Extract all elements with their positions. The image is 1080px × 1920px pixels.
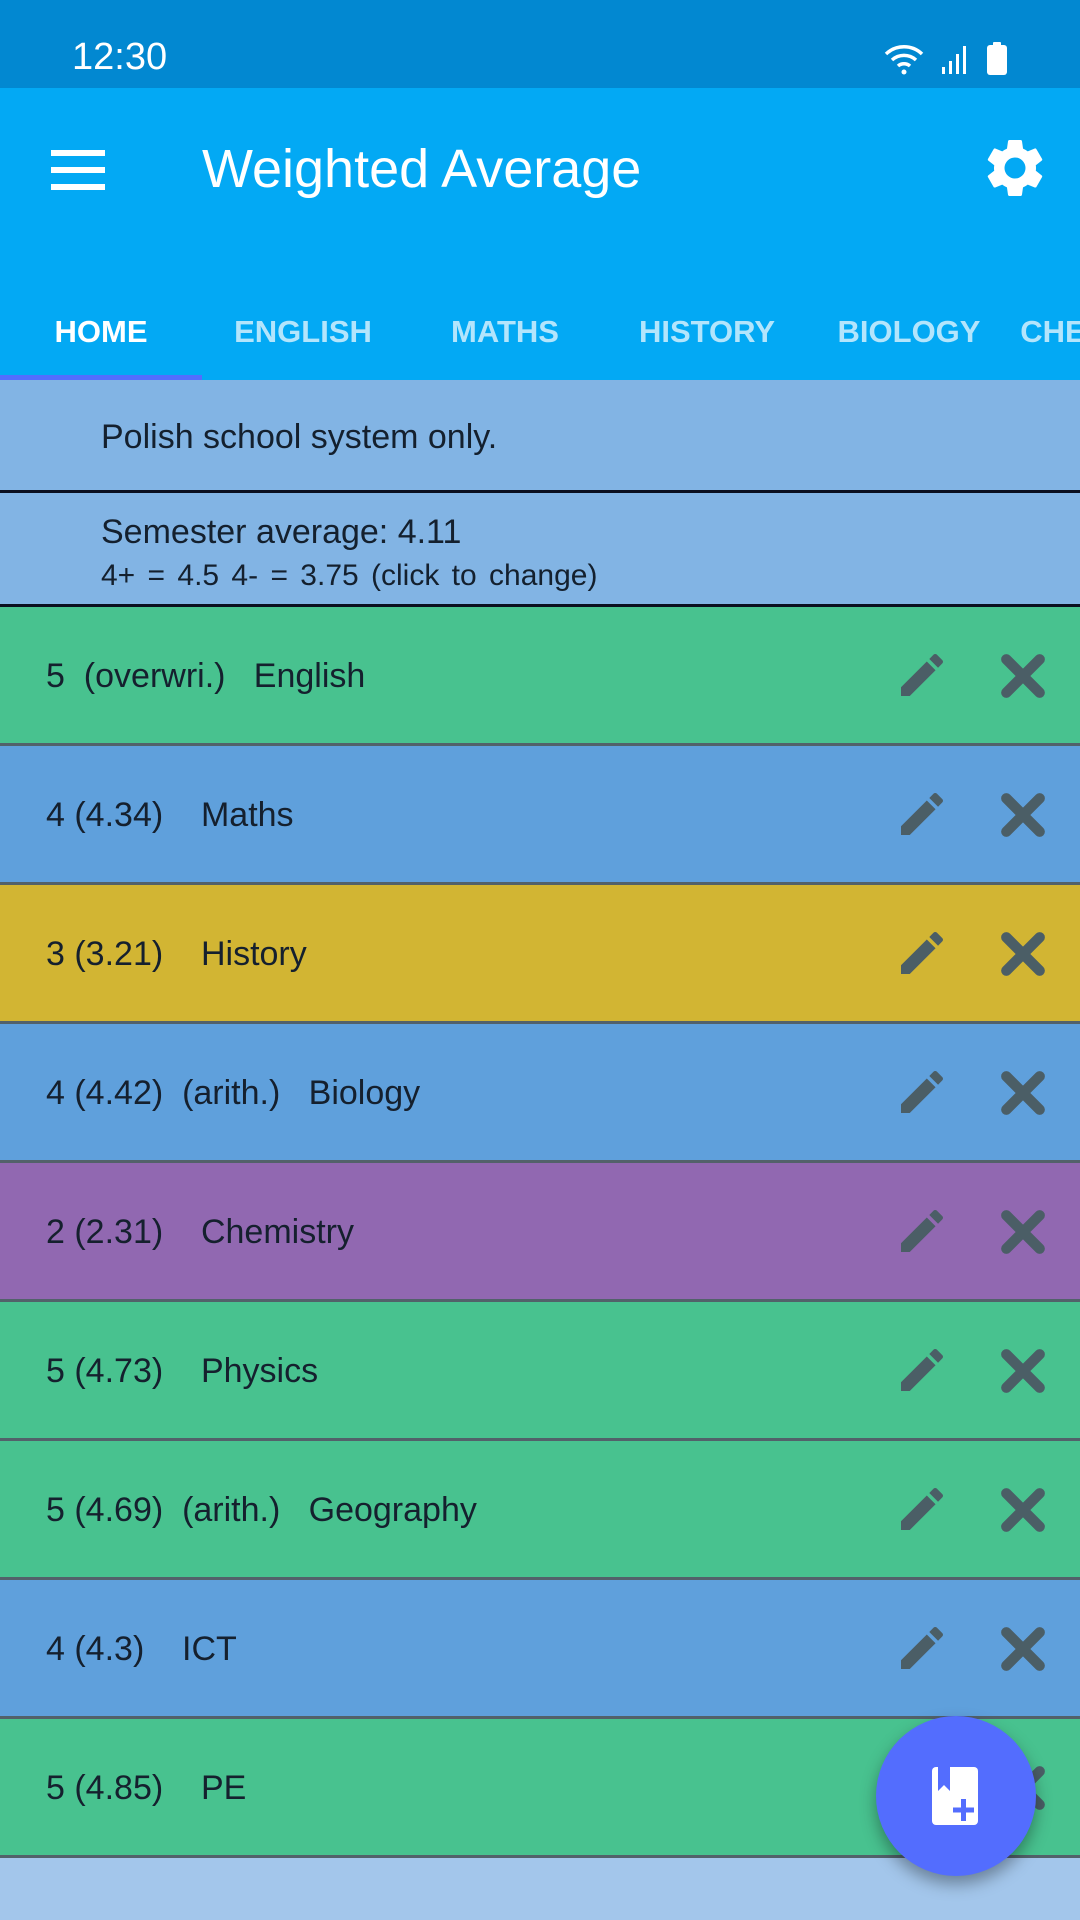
signal-icon <box>942 46 966 74</box>
tab-maths[interactable]: MATHS <box>404 288 606 380</box>
tab-bar: HOME ENGLISH MATHS HISTORY BIOLOGY CHEMI… <box>0 288 1080 380</box>
pencil-icon[interactable] <box>894 1481 950 1537</box>
semester-average: Semester average: 4.11 <box>101 513 462 551</box>
subject-label: 5 (4.85) PE <box>46 1769 247 1807</box>
clock: 12:30 <box>72 36 168 78</box>
add-subject-button[interactable] <box>876 1716 1036 1876</box>
subject-row[interactable]: 4 (4.3) ICT <box>0 1580 1080 1719</box>
subject-row[interactable]: 2 (2.31) Chemistry <box>0 1163 1080 1302</box>
pencil-icon[interactable] <box>894 786 950 842</box>
subject-row[interactable]: 5 (4.73) Physics <box>0 1302 1080 1441</box>
close-icon[interactable] <box>998 1624 1048 1674</box>
tab-english[interactable]: ENGLISH <box>202 288 404 380</box>
wifi-icon <box>884 45 924 75</box>
add-book-icon <box>932 1767 978 1825</box>
status-bar: 12:30 <box>0 0 1080 88</box>
tab-history[interactable]: HISTORY <box>606 288 808 380</box>
subject-label: 5 (4.69) (arith.) Geography <box>46 1491 477 1529</box>
info-text: Polish school system only. <box>101 418 498 456</box>
subject-row[interactable]: 3 (3.21) History <box>0 885 1080 1024</box>
tab-home[interactable]: HOME <box>0 288 202 380</box>
close-icon[interactable] <box>998 1346 1048 1396</box>
close-icon[interactable] <box>998 651 1048 701</box>
subject-label: 4 (4.3) ICT <box>46 1630 237 1668</box>
subject-label: 5 (4.73) Physics <box>46 1352 319 1390</box>
close-icon[interactable] <box>998 1068 1048 1118</box>
pencil-icon[interactable] <box>894 1342 950 1398</box>
subject-label: 5 (overwri.) English <box>46 657 366 695</box>
tab-chemistry[interactable]: CHEMISTRY <box>1010 288 1080 380</box>
pencil-icon[interactable] <box>894 925 950 981</box>
close-icon[interactable] <box>998 1485 1048 1535</box>
status-icons <box>884 42 1008 76</box>
app-title: Weighted Average <box>202 139 642 199</box>
close-icon[interactable] <box>998 790 1048 840</box>
close-icon[interactable] <box>998 1207 1048 1257</box>
gear-icon[interactable] <box>980 128 1050 208</box>
subject-label: 4 (4.34) Maths <box>46 796 294 834</box>
subject-list: 5 (overwri.) English 4 (4.34) Maths 3 (3.2… <box>0 607 1080 1858</box>
subject-row[interactable]: 5 (overwri.) English <box>0 607 1080 746</box>
close-icon[interactable] <box>998 929 1048 979</box>
subject-label: 4 (4.42) (arith.) Biology <box>46 1074 421 1112</box>
menu-icon[interactable] <box>40 140 116 200</box>
app-bar: Weighted Average HOME ENGLISH MATHS HIST… <box>0 88 1080 380</box>
semester-average-panel[interactable]: Semester average: 4.11 4+ = 4.5 4- = 3.7… <box>0 493 1080 607</box>
tab-biology[interactable]: BIOLOGY <box>808 288 1010 380</box>
pencil-icon[interactable] <box>894 1203 950 1259</box>
subject-label: 3 (3.21) History <box>46 935 307 973</box>
grade-modifiers[interactable]: 4+ = 4.5 4- = 3.75 (click to change) <box>101 559 597 593</box>
subject-row[interactable]: 4 (4.42) (arith.) Biology <box>0 1024 1080 1163</box>
pencil-icon[interactable] <box>894 1620 950 1676</box>
subject-label: 2 (2.31) Chemistry <box>46 1213 354 1251</box>
info-banner: Polish school system only. <box>0 380 1080 493</box>
pencil-icon[interactable] <box>894 1064 950 1120</box>
battery-icon <box>987 42 1007 75</box>
subject-row[interactable]: 5 (4.69) (arith.) Geography <box>0 1441 1080 1580</box>
pencil-icon[interactable] <box>894 647 950 703</box>
subject-row[interactable]: 4 (4.34) Maths <box>0 746 1080 885</box>
